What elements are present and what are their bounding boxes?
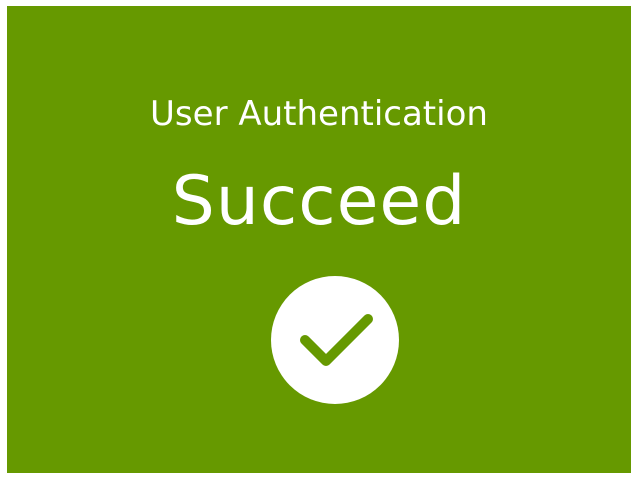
success-check-icon — [271, 276, 399, 404]
checkmark-icon — [300, 314, 373, 366]
status-subtitle: User Authentication — [150, 94, 488, 134]
authentication-status-panel: User Authentication Succeed — [7, 6, 631, 473]
status-title: Succeed — [171, 162, 467, 241]
